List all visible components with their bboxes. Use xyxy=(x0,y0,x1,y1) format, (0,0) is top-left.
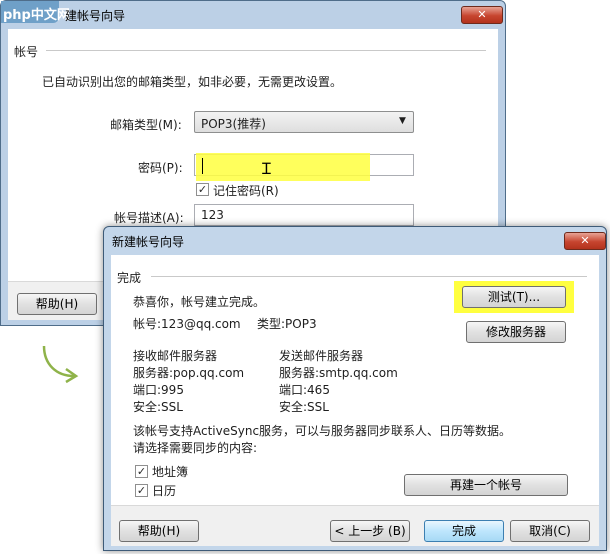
watermark-text: php中文网 xyxy=(3,8,70,23)
sync-prompt: 请选择需要同步的内容: xyxy=(133,441,258,455)
test-button[interactable]: 测试(T)... xyxy=(462,286,566,308)
back-step-button[interactable]: < 上一步 (B) xyxy=(330,520,410,542)
finish-button[interactable]: 完成 xyxy=(424,520,504,542)
activesync-note: 该帐号支持ActiveSync服务，可以与服务器同步联系人、日历等数据。 xyxy=(133,424,512,438)
account-desc-label: 帐号描述(A): xyxy=(114,211,184,225)
back-section-divider xyxy=(46,50,486,51)
back-title-bar: php中文网 建帐号向导 ✕ xyxy=(1,1,505,29)
front-help-button[interactable]: 帮助(H) xyxy=(119,520,199,542)
mailbox-type-label: 邮箱类型(M): xyxy=(110,118,182,132)
close-icon: ✕ xyxy=(580,234,590,247)
incoming-server: 服务器:pop.qq.com xyxy=(133,366,245,380)
text-cursor-caret xyxy=(202,158,203,174)
remember-password-label: 记住密码(R) xyxy=(213,184,279,198)
front-section-divider xyxy=(151,276,587,277)
back-window-title: 建帐号向导 xyxy=(65,9,126,23)
outgoing-port: 端口:465 xyxy=(279,383,330,397)
back-help-button[interactable]: 帮助(H) xyxy=(17,293,97,315)
sync-addressbook-label: 地址簿 xyxy=(152,465,189,479)
cancel-button[interactable]: 取消(C) xyxy=(510,520,590,542)
remember-password-checkbox[interactable]: ✓ xyxy=(196,183,209,196)
flow-arrow-icon xyxy=(42,345,79,384)
front-close-button[interactable]: ✕ xyxy=(564,232,606,250)
sync-addressbook-checkbox[interactable]: ✓ xyxy=(135,465,148,478)
back-section-title: 帐号 xyxy=(14,45,39,59)
account-desc-value: 123 xyxy=(201,208,224,222)
incoming-port: 端口:995 xyxy=(133,383,184,397)
close-icon: ✕ xyxy=(477,8,487,21)
password-label: 密码(P): xyxy=(138,161,183,175)
front-client-area: 完成 恭喜你，帐号建立完成。 帐号:123@qq.com 类型:POP3 测试(… xyxy=(111,255,599,505)
mailbox-type-select[interactable]: POP3(推荐) ▼ xyxy=(194,111,414,133)
congrats-text: 恭喜你，帐号建立完成。 xyxy=(133,295,266,309)
front-window-title: 新建帐号向导 xyxy=(112,235,185,249)
outgoing-server: 服务器:smtp.qq.com xyxy=(279,366,398,380)
password-highlight xyxy=(196,153,370,181)
back-close-button[interactable]: ✕ xyxy=(461,6,503,24)
incoming-title: 接收邮件服务器 xyxy=(133,349,218,363)
sync-calendar-label: 日历 xyxy=(152,484,177,498)
front-title-bar: 新建帐号向导 ✕ xyxy=(104,227,606,255)
account-text: 帐号:123@qq.com xyxy=(133,317,241,331)
modify-server-button[interactable]: 修改服务器 xyxy=(466,321,566,343)
new-account-button[interactable]: 再建一个帐号 xyxy=(404,474,568,496)
incoming-security: 安全:SSL xyxy=(133,400,183,414)
outgoing-title: 发送邮件服务器 xyxy=(279,349,364,363)
front-wizard-window: 新建帐号向导 ✕ 完成 恭喜你，帐号建立完成。 帐号:123@qq.com 类型… xyxy=(103,226,607,551)
sync-calendar-checkbox[interactable]: ✓ xyxy=(135,484,148,497)
back-description: 已自动识别出您的邮箱类型，如非必要，无需更改设置。 xyxy=(42,75,343,89)
front-section-title: 完成 xyxy=(117,271,142,285)
type-text: 类型:POP3 xyxy=(257,317,317,331)
chevron-down-icon: ▼ xyxy=(399,116,406,126)
mailbox-type-value: POP3(推荐) xyxy=(201,117,266,131)
outgoing-security: 安全:SSL xyxy=(279,400,329,414)
account-desc-field[interactable]: 123 xyxy=(194,204,414,226)
ibeam-cursor-icon: Ɪ xyxy=(262,159,271,178)
